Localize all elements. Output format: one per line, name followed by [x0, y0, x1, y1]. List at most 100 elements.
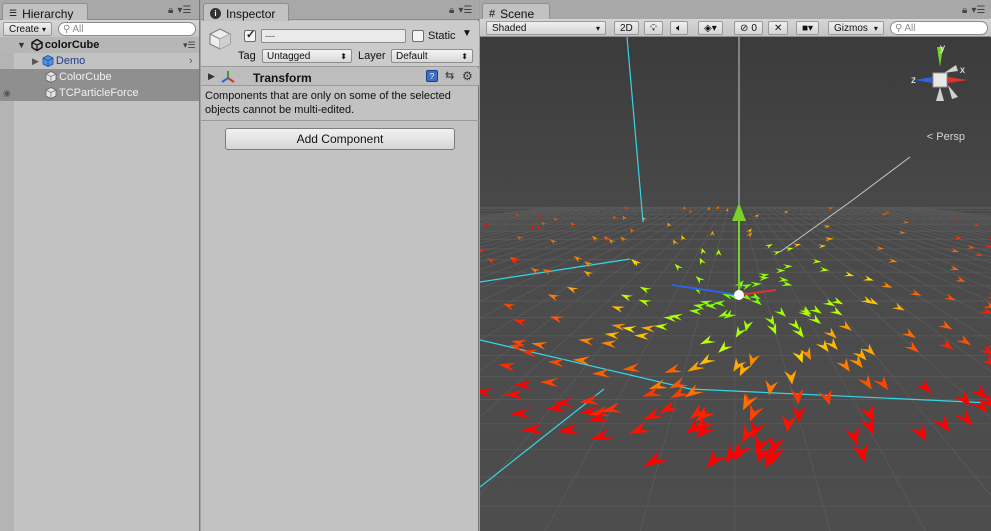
- tag-label: Tag: [238, 50, 256, 62]
- checkmark-icon: ✓: [246, 29, 256, 41]
- lighting-toggle[interactable]: 💡︎: [644, 21, 663, 35]
- hierarchy-tab-controls: 🔒︎ ▾☰: [168, 5, 191, 16]
- hierarchy-item-label: ColorCube: [59, 71, 112, 83]
- hierarchy-tree: ▼ colorCube ▾☰ ▶ Demo › ColorCube ◉ TCPa…: [0, 37, 199, 101]
- axis-neg-cone[interactable]: [944, 65, 958, 73]
- hierarchy-toolbar: Create ▾ ⚲ All: [0, 20, 199, 38]
- lightbulb-icon: 💡︎: [650, 22, 657, 34]
- camera-dropdown[interactable]: ■▾: [796, 21, 820, 35]
- gear-icon[interactable]: ⚙: [462, 69, 473, 83]
- scene-panel: # Scene 🔒︎ ▾☰ Shaded ▾ 2D 💡︎ 🔈︎ ◈▾ ⊘ 0 ✕…: [480, 0, 991, 531]
- perspective-icon: <: [926, 131, 934, 143]
- object-name-field[interactable]: —: [261, 29, 406, 43]
- gameobject-cube-icon: [45, 87, 57, 99]
- chevron-down-icon: ▾: [595, 23, 600, 33]
- panel-menu-icon[interactable]: ▾☰: [971, 5, 985, 16]
- expand-arrow-icon[interactable]: ▼: [17, 40, 26, 50]
- hierarchy-item-colorcube[interactable]: ColorCube: [0, 69, 199, 85]
- active-checkbox[interactable]: ✓: [244, 29, 256, 42]
- tag-dropdown[interactable]: Untagged ⬍: [262, 49, 352, 63]
- projection-toggle[interactable]: < Persp: [927, 131, 965, 143]
- updown-arrows-icon: ⬍: [461, 51, 468, 61]
- create-button[interactable]: Create ▾: [3, 22, 53, 36]
- tag-value: Untagged: [267, 50, 311, 62]
- inspector-header: ✓ — Static ▼ Tag Untagged ⬍ Layer Defaul…: [201, 21, 479, 67]
- static-label: Static: [428, 30, 456, 42]
- inspector-tabstrip: i Inspector 🔒︎ ▾☰: [201, 0, 479, 21]
- effects-dropdown[interactable]: ◈▾: [698, 21, 723, 35]
- scene-root-row[interactable]: ▼ colorCube ▾☰: [0, 37, 199, 53]
- grid-hash-icon: #: [489, 7, 496, 20]
- panel-menu-icon[interactable]: ▾☰: [177, 5, 191, 16]
- scene-toolbar: Shaded ▾ 2D 💡︎ 🔈︎ ◈▾ ⊘ 0 ✕ ■▾ Gizmos ▾ ⚲…: [480, 19, 991, 37]
- transform-axes-icon: [221, 71, 235, 83]
- foldout-arrow-icon[interactable]: ▶: [208, 71, 215, 82]
- projection-label: Persp: [936, 131, 965, 143]
- list-icon: ☰: [9, 8, 18, 18]
- add-component-button[interactable]: Add Component: [225, 128, 455, 150]
- unity-scene-icon: [31, 39, 43, 51]
- hierarchy-item-label: Demo: [55, 55, 86, 67]
- effects-layers-icon: ◈▾: [704, 22, 717, 34]
- shading-mode-dropdown[interactable]: Shaded ▾: [486, 21, 606, 35]
- prefab-cube-icon: [42, 55, 54, 67]
- layer-dropdown[interactable]: Default ⬍: [391, 49, 473, 63]
- scene-search-input[interactable]: ⚲ All: [890, 21, 988, 35]
- lock-icon[interactable]: 🔒︎: [168, 5, 173, 16]
- axis-z-label: z: [911, 75, 916, 86]
- lock-icon[interactable]: 🔒︎: [962, 5, 967, 16]
- axis-y-label: y: [940, 43, 945, 54]
- layer-label: Layer: [358, 50, 386, 62]
- axis-neg-cone[interactable]: [948, 85, 958, 99]
- chevron-right-icon[interactable]: ›: [189, 55, 193, 67]
- scene-search-placeholder: All: [904, 22, 916, 34]
- hierarchy-item-tcparticleforce[interactable]: ◉ TCParticleForce: [0, 85, 199, 101]
- visibility-eye-icon[interactable]: ◉: [3, 88, 11, 99]
- mode-2d-toggle[interactable]: 2D: [614, 21, 639, 35]
- axis-x-label: x: [960, 65, 965, 76]
- updown-arrows-icon: ⬍: [340, 51, 347, 61]
- tab-hierarchy[interactable]: ☰ Hierarchy: [2, 3, 88, 21]
- orientation-gizmo[interactable]: y x z: [900, 41, 980, 121]
- hierarchy-gutter: [0, 37, 14, 531]
- hierarchy-item-demo[interactable]: ▶ Demo ›: [0, 53, 199, 69]
- hidden-objects-toggle[interactable]: ⊘ 0: [734, 21, 763, 35]
- static-dropdown-icon[interactable]: ▼: [462, 28, 472, 39]
- multi-edit-note: Components that are only on some of the …: [205, 90, 451, 116]
- hierarchy-search-input[interactable]: ⚲ All: [58, 22, 196, 36]
- unity-editor: ☰ Hierarchy 🔒︎ ▾☰ Create ▾ ⚲ All ▼ color…: [0, 0, 991, 531]
- scene-viewport[interactable]: y x z < Persp: [480, 37, 991, 531]
- help-book-icon[interactable]: ?: [426, 70, 438, 82]
- preset-sliders-icon[interactable]: ⇆: [445, 69, 454, 82]
- speaker-icon: 🔈︎: [676, 22, 682, 34]
- inspector-panel: i Inspector 🔒︎ ▾☰ ✓ — Static ▼ Tag Untag…: [201, 0, 479, 531]
- shading-mode-value: Shaded: [492, 22, 527, 34]
- hierarchy-panel: ☰ Hierarchy 🔒︎ ▾☰ Create ▾ ⚲ All ▼ color…: [0, 0, 200, 531]
- axis-neg-cone[interactable]: [936, 87, 944, 101]
- chevron-down-icon: ▾: [873, 23, 878, 33]
- scene-tab-controls: 🔒︎ ▾☰: [962, 5, 985, 16]
- object-name-value: —: [265, 30, 275, 42]
- lock-icon[interactable]: 🔒︎: [449, 5, 454, 16]
- mode-2d-label: 2D: [620, 22, 633, 34]
- transform-component-header[interactable]: ▶ Transform ? ⇆ ⚙: [201, 68, 479, 86]
- gizmos-dropdown[interactable]: Gizmos ▾: [828, 21, 884, 35]
- axis-x-cone[interactable]: [948, 77, 968, 83]
- audio-toggle[interactable]: 🔈︎: [670, 21, 688, 35]
- tab-hierarchy-label: Hierarchy: [22, 6, 74, 21]
- tab-inspector[interactable]: i Inspector: [203, 3, 289, 21]
- gizmos-label: Gizmos: [834, 22, 868, 34]
- scene-menu-icon[interactable]: ▾☰: [183, 40, 196, 51]
- gameobject-cube-icon: [45, 71, 57, 83]
- tools-toggle[interactable]: ✕: [768, 21, 789, 35]
- expand-arrow-icon[interactable]: ▶: [32, 56, 39, 67]
- gameobject-large-icon: [209, 28, 231, 50]
- panel-menu-icon[interactable]: ▾☰: [458, 5, 472, 16]
- info-icon: i: [210, 8, 221, 19]
- hierarchy-search-placeholder: All: [72, 23, 84, 35]
- gizmo-center-cube[interactable]: [932, 72, 948, 88]
- scene-root-label: colorCube: [44, 39, 100, 51]
- axis-z-cone[interactable]: [914, 77, 932, 83]
- hierarchy-item-label: TCParticleForce: [59, 87, 139, 99]
- static-checkbox[interactable]: [412, 30, 424, 42]
